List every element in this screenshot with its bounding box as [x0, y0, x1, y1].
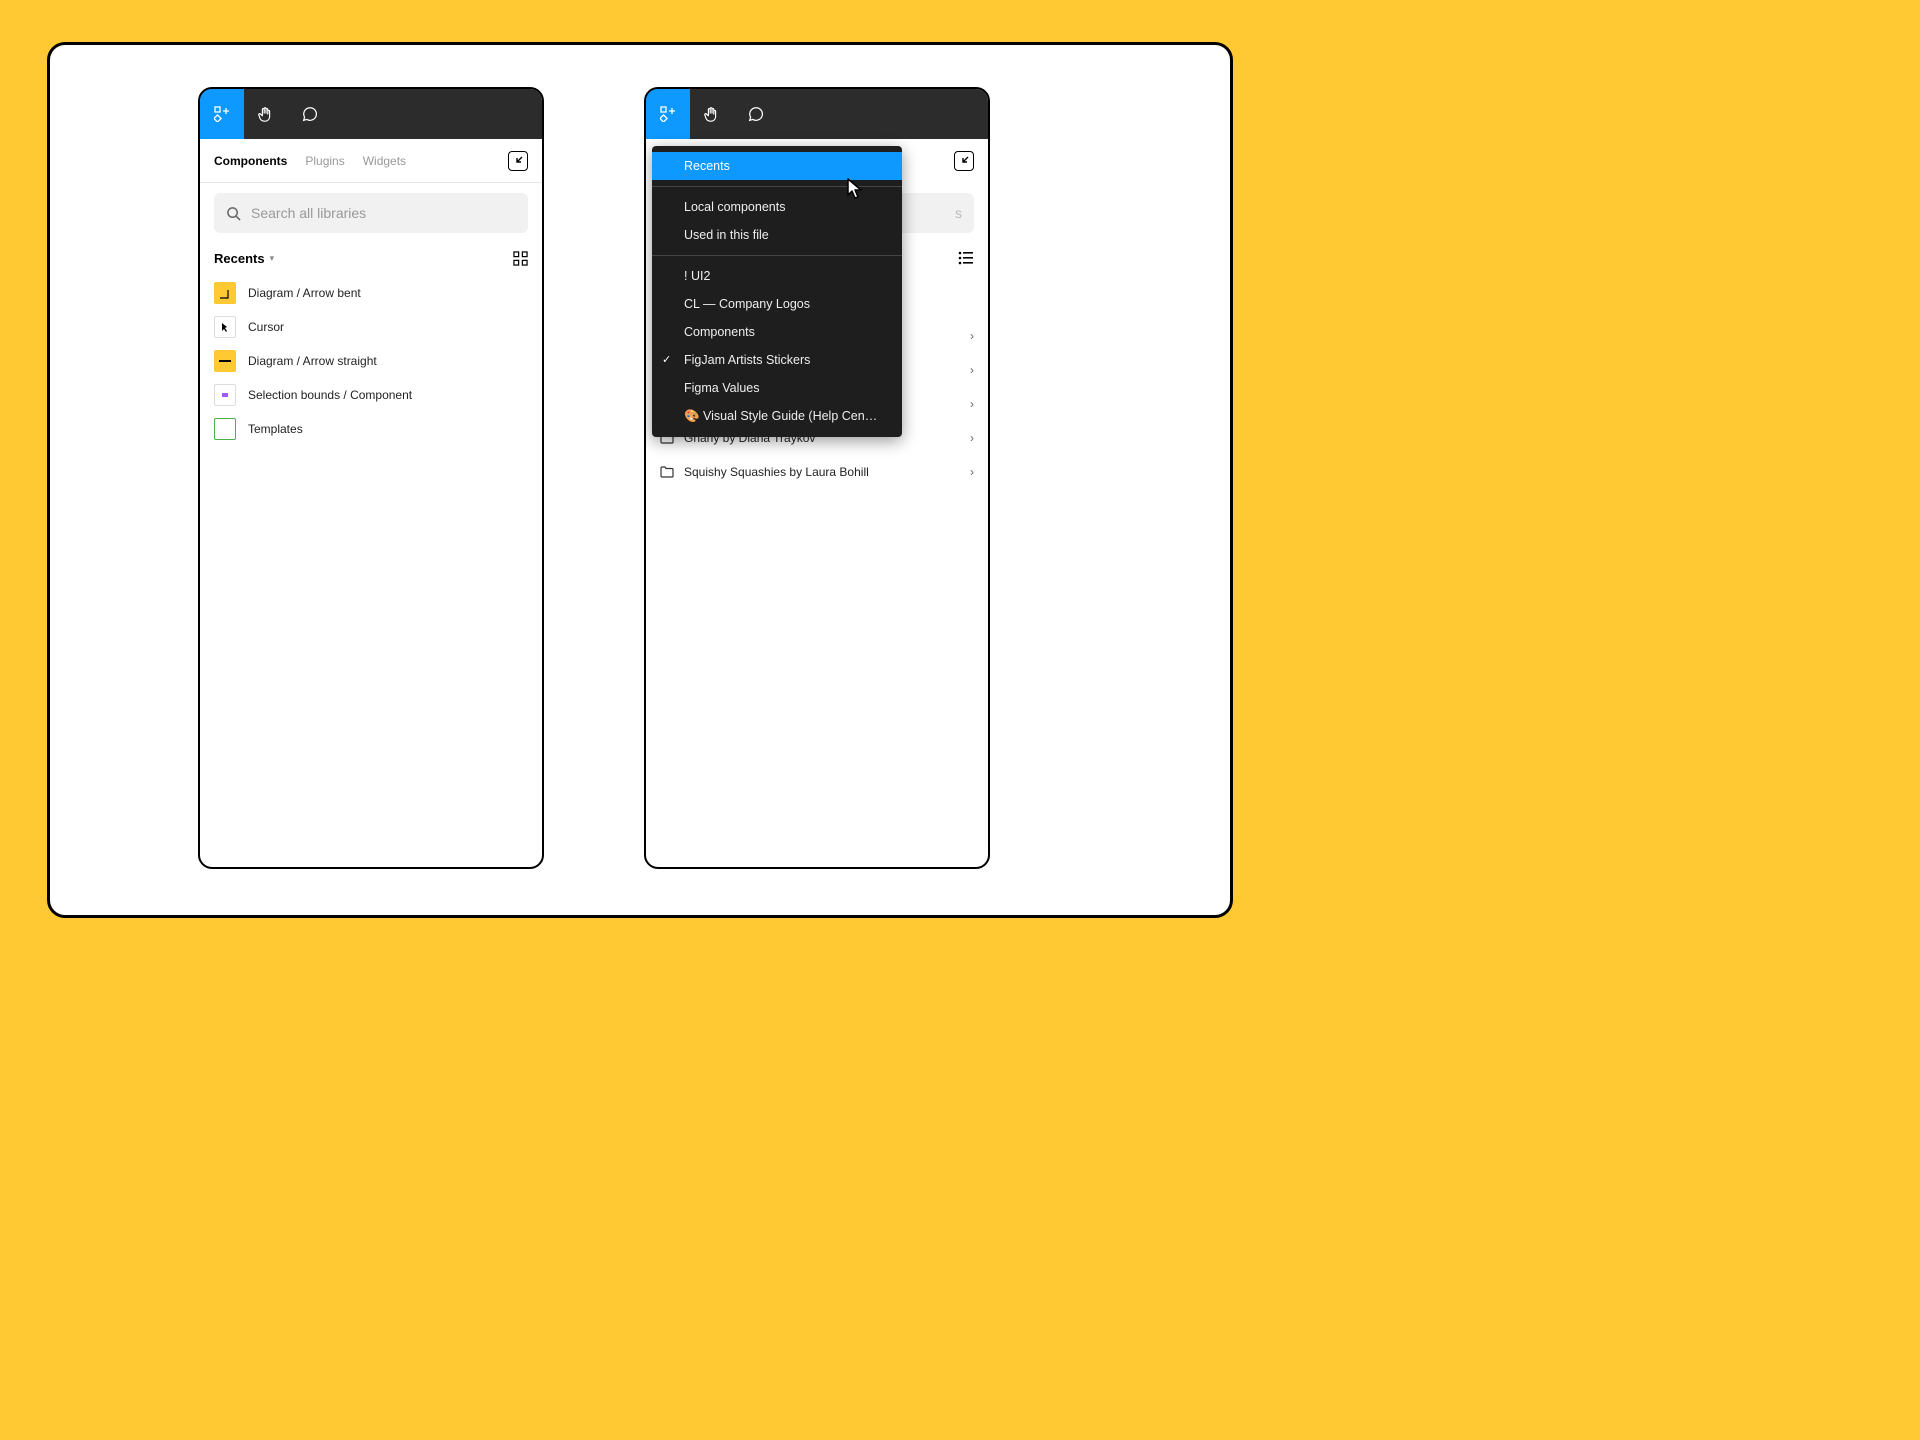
- dropdown-item-library[interactable]: ! UI2: [652, 262, 902, 290]
- list-item[interactable]: Diagram / Arrow straight: [214, 344, 528, 378]
- item-label: Selection bounds / Component: [248, 388, 412, 402]
- item-label: Diagram / Arrow bent: [248, 286, 361, 300]
- dropdown-item-library[interactable]: ✓FigJam Artists Stickers: [652, 346, 902, 374]
- recents-list: Diagram / Arrow bent Cursor Diagram / Ar…: [200, 276, 542, 446]
- dropdown-item-used[interactable]: Used in this file: [652, 221, 902, 249]
- top-toolbar: [646, 89, 988, 139]
- chevron-right-icon: ›: [970, 397, 974, 411]
- list-icon: [958, 251, 974, 265]
- dropdown-item-library[interactable]: CL — Company Logos: [652, 290, 902, 318]
- comparison-frame: Components Plugins Widgets Recents ▾ Dia…: [47, 42, 1233, 918]
- chevron-right-icon: ›: [970, 329, 974, 343]
- grid-icon: [513, 251, 528, 266]
- collapse-panel-button[interactable]: [954, 151, 974, 171]
- list-item[interactable]: Selection bounds / Component: [214, 378, 528, 412]
- assets-panel-right: s › › Give Me a Hand! by Olenka Maraleck…: [644, 87, 990, 869]
- component-thumb: [214, 282, 236, 304]
- top-toolbar: [200, 89, 542, 139]
- dropdown-item-library[interactable]: 🎨 Visual Style Guide (Help Cen…: [652, 402, 902, 431]
- list-view-toggle[interactable]: [958, 251, 974, 265]
- chevron-down-icon[interactable]: ▾: [270, 253, 275, 264]
- hand-tool[interactable]: [244, 89, 288, 139]
- hand-icon: [703, 105, 721, 123]
- insert-icon: [214, 106, 230, 122]
- component-thumb: [214, 418, 236, 440]
- item-label: Templates: [248, 422, 303, 436]
- tab-plugins[interactable]: Plugins: [305, 154, 344, 168]
- assets-panel-left: Components Plugins Widgets Recents ▾ Dia…: [198, 87, 544, 869]
- folder-item[interactable]: Squishy Squashies by Laura Bohill ›: [660, 455, 974, 489]
- comment-icon: [747, 105, 765, 123]
- component-thumb: [214, 316, 236, 338]
- item-label: Diagram / Arrow straight: [248, 354, 377, 368]
- folder-label: Squishy Squashies by Laura Bohill: [684, 465, 869, 479]
- collapse-icon: [513, 156, 523, 166]
- search-container: [200, 183, 542, 243]
- dropdown-separator: [652, 255, 902, 256]
- insert-icon: [660, 106, 676, 122]
- tab-row: Components Plugins Widgets: [200, 139, 542, 183]
- collapse-icon: [959, 156, 969, 166]
- search-icon: [226, 206, 241, 221]
- chevron-right-icon: ›: [970, 431, 974, 445]
- comment-tool[interactable]: [734, 89, 778, 139]
- tab-components[interactable]: Components: [214, 154, 287, 168]
- dropdown-item-library[interactable]: Components: [652, 318, 902, 346]
- section-header: Recents ▾: [200, 243, 542, 276]
- search-input[interactable]: [251, 205, 516, 221]
- grid-view-toggle[interactable]: [513, 251, 528, 266]
- comment-icon: [301, 105, 319, 123]
- search-field[interactable]: [214, 193, 528, 233]
- tab-widgets[interactable]: Widgets: [363, 154, 406, 168]
- cursor-icon: [846, 177, 866, 201]
- comment-tool[interactable]: [288, 89, 332, 139]
- dropdown-item-library[interactable]: Figma Values: [652, 374, 902, 402]
- insert-component-tool[interactable]: [646, 89, 690, 139]
- section-title-recents[interactable]: Recents: [214, 251, 265, 266]
- chevron-right-icon: ›: [970, 465, 974, 479]
- list-item[interactable]: Templates: [214, 412, 528, 446]
- chevron-right-icon: ›: [970, 363, 974, 377]
- component-thumb: [214, 350, 236, 372]
- folder-icon: [660, 466, 674, 478]
- collapse-panel-button[interactable]: [508, 151, 528, 171]
- insert-component-tool[interactable]: [200, 89, 244, 139]
- item-label: Cursor: [248, 320, 284, 334]
- hand-icon: [257, 105, 275, 123]
- hand-tool[interactable]: [690, 89, 734, 139]
- search-placeholder-partial: s: [955, 205, 962, 221]
- list-item[interactable]: Cursor: [214, 310, 528, 344]
- component-thumb: [214, 384, 236, 406]
- check-icon: ✓: [662, 353, 671, 366]
- list-item[interactable]: Diagram / Arrow bent: [214, 276, 528, 310]
- dropdown-item-recents[interactable]: Recents: [652, 152, 902, 180]
